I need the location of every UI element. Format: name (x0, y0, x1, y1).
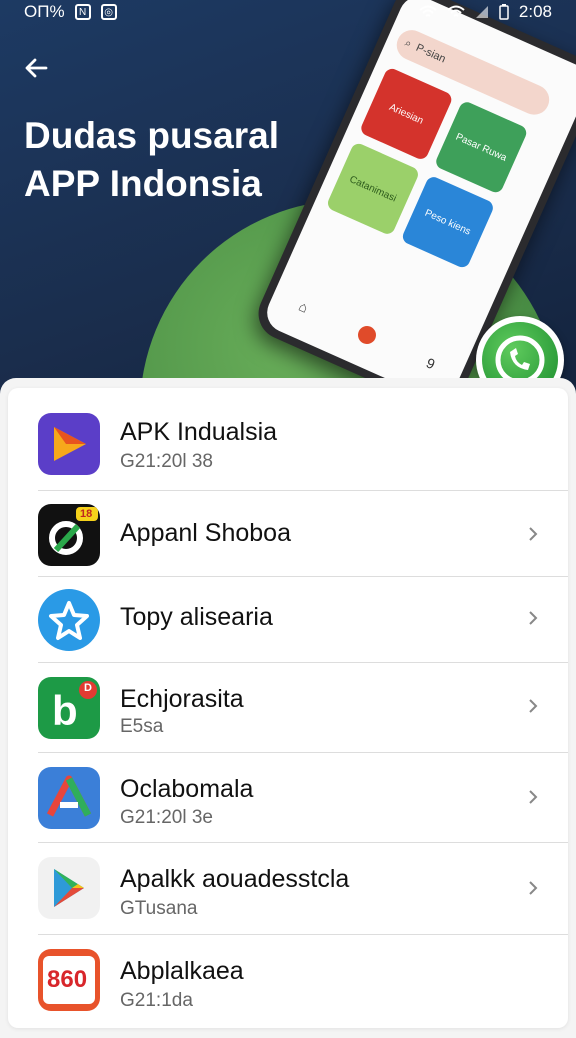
app-subtitle: G21:20l 3e (120, 807, 213, 828)
app-name: Echjorasita (120, 685, 244, 713)
phone-nav-item: 9 (423, 354, 438, 373)
list-item[interactable]: Topy alisearia (8, 577, 568, 663)
page-title-line-1: Dudas pusaral (24, 115, 279, 156)
app-dot-icon (355, 323, 380, 348)
app-list: APK Indualsia G21:20l 38 18 Appanl Shobo… (8, 388, 568, 1028)
app-subtitle: G21:20l 38 (120, 451, 213, 472)
b-icon: b D (38, 677, 100, 739)
860-icon: 860 (38, 949, 100, 1011)
thumb-icon: ⌂ (296, 297, 311, 316)
star-icon (38, 589, 100, 651)
chevron-right-icon[interactable] (526, 611, 540, 625)
app-name: Appanl Shoboa (120, 519, 291, 547)
app-name: Apalkk aouadesstcla (120, 865, 350, 893)
play-store-icon (38, 857, 100, 919)
app-name: Topy alisearia (120, 603, 273, 631)
phone-search-text: P-sian (414, 41, 448, 66)
status-time: 2:08 (518, 2, 552, 21)
list-item[interactable]: 18 Appanl Shoboa (8, 491, 568, 577)
signal-icon (447, 5, 465, 17)
black-target-icon: 18 (38, 504, 100, 566)
back-arrow-icon[interactable] (20, 52, 52, 84)
cell-signal-icon (475, 6, 488, 18)
chevron-right-icon[interactable] (526, 881, 540, 895)
app-name: Abplalkaea (120, 957, 244, 985)
svg-text:b: b (52, 687, 78, 734)
app-name: Oclabomala (120, 775, 254, 803)
search-icon: ⌕ (403, 36, 414, 50)
page-title-line-2: APP Indonsia (24, 163, 262, 204)
battery-icon (499, 4, 509, 20)
status-left-text: ОП% (24, 2, 65, 21)
chevron-right-icon[interactable] (526, 790, 540, 804)
app-badge: 18 (80, 508, 93, 520)
phone-tile-3: Catanimasi (325, 141, 421, 237)
chevron-right-icon[interactable] (526, 699, 540, 713)
list-item[interactable]: 860 Abplalkaea G21:1da (8, 935, 568, 1025)
chevron-right-icon[interactable] (526, 527, 540, 541)
list-item[interactable]: b D Echjorasita E5sa (8, 663, 568, 753)
list-item[interactable]: APK Indualsia G21:20l 38 (8, 388, 568, 488)
app-name: APK Indualsia (120, 418, 278, 446)
phone-tile-4: Peso kiens (400, 174, 496, 270)
app-subtitle: G21:1da (120, 990, 193, 1011)
phone-tile-2: Pasar Ruwa (433, 99, 529, 195)
app-badge: D (84, 682, 92, 694)
860-icon-text: 860 (47, 966, 88, 993)
camera-icon: ◎ (100, 4, 117, 20)
app-subtitle: E5sa (120, 716, 164, 737)
triangle-play-icon (38, 413, 100, 475)
status-bar: ОП% N ◎ 2:08 (0, 0, 576, 26)
arrow-a-icon (38, 767, 100, 829)
notification-icon: N (74, 4, 91, 20)
list-item[interactable]: Apalkk aouadesstcla GTusana (8, 843, 568, 935)
wifi-icon (419, 5, 437, 17)
list-item[interactable]: Oclabomala G21:20l 3e (8, 753, 568, 843)
page-title: Dudas pusaral APP Indonsia (24, 112, 324, 208)
phone-tile-1: Ariesian (358, 66, 454, 162)
app-subtitle: GTusana (120, 898, 198, 919)
